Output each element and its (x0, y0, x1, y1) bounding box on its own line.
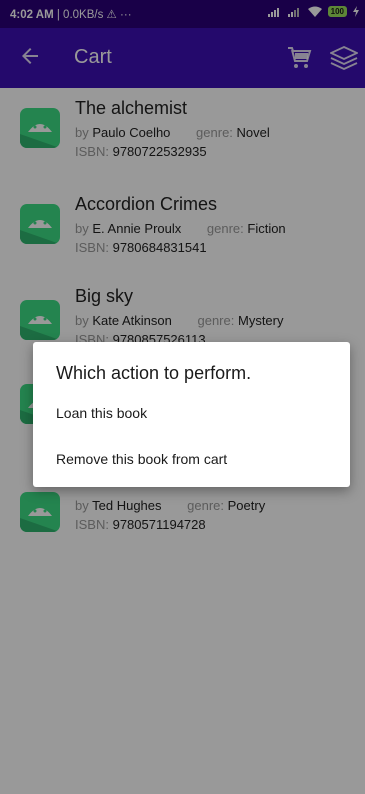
remove-from-cart-option[interactable]: Remove this book from cart (56, 451, 336, 473)
action-dialog: Which action to perform. Loan this book … (33, 342, 350, 487)
dialog-title: Which action to perform. (56, 363, 252, 383)
loan-book-option[interactable]: Loan this book (56, 405, 336, 427)
screen: 4:02 AM | 0.0KB/s ⚠ ··· 100 Cart The alc… (0, 0, 365, 794)
